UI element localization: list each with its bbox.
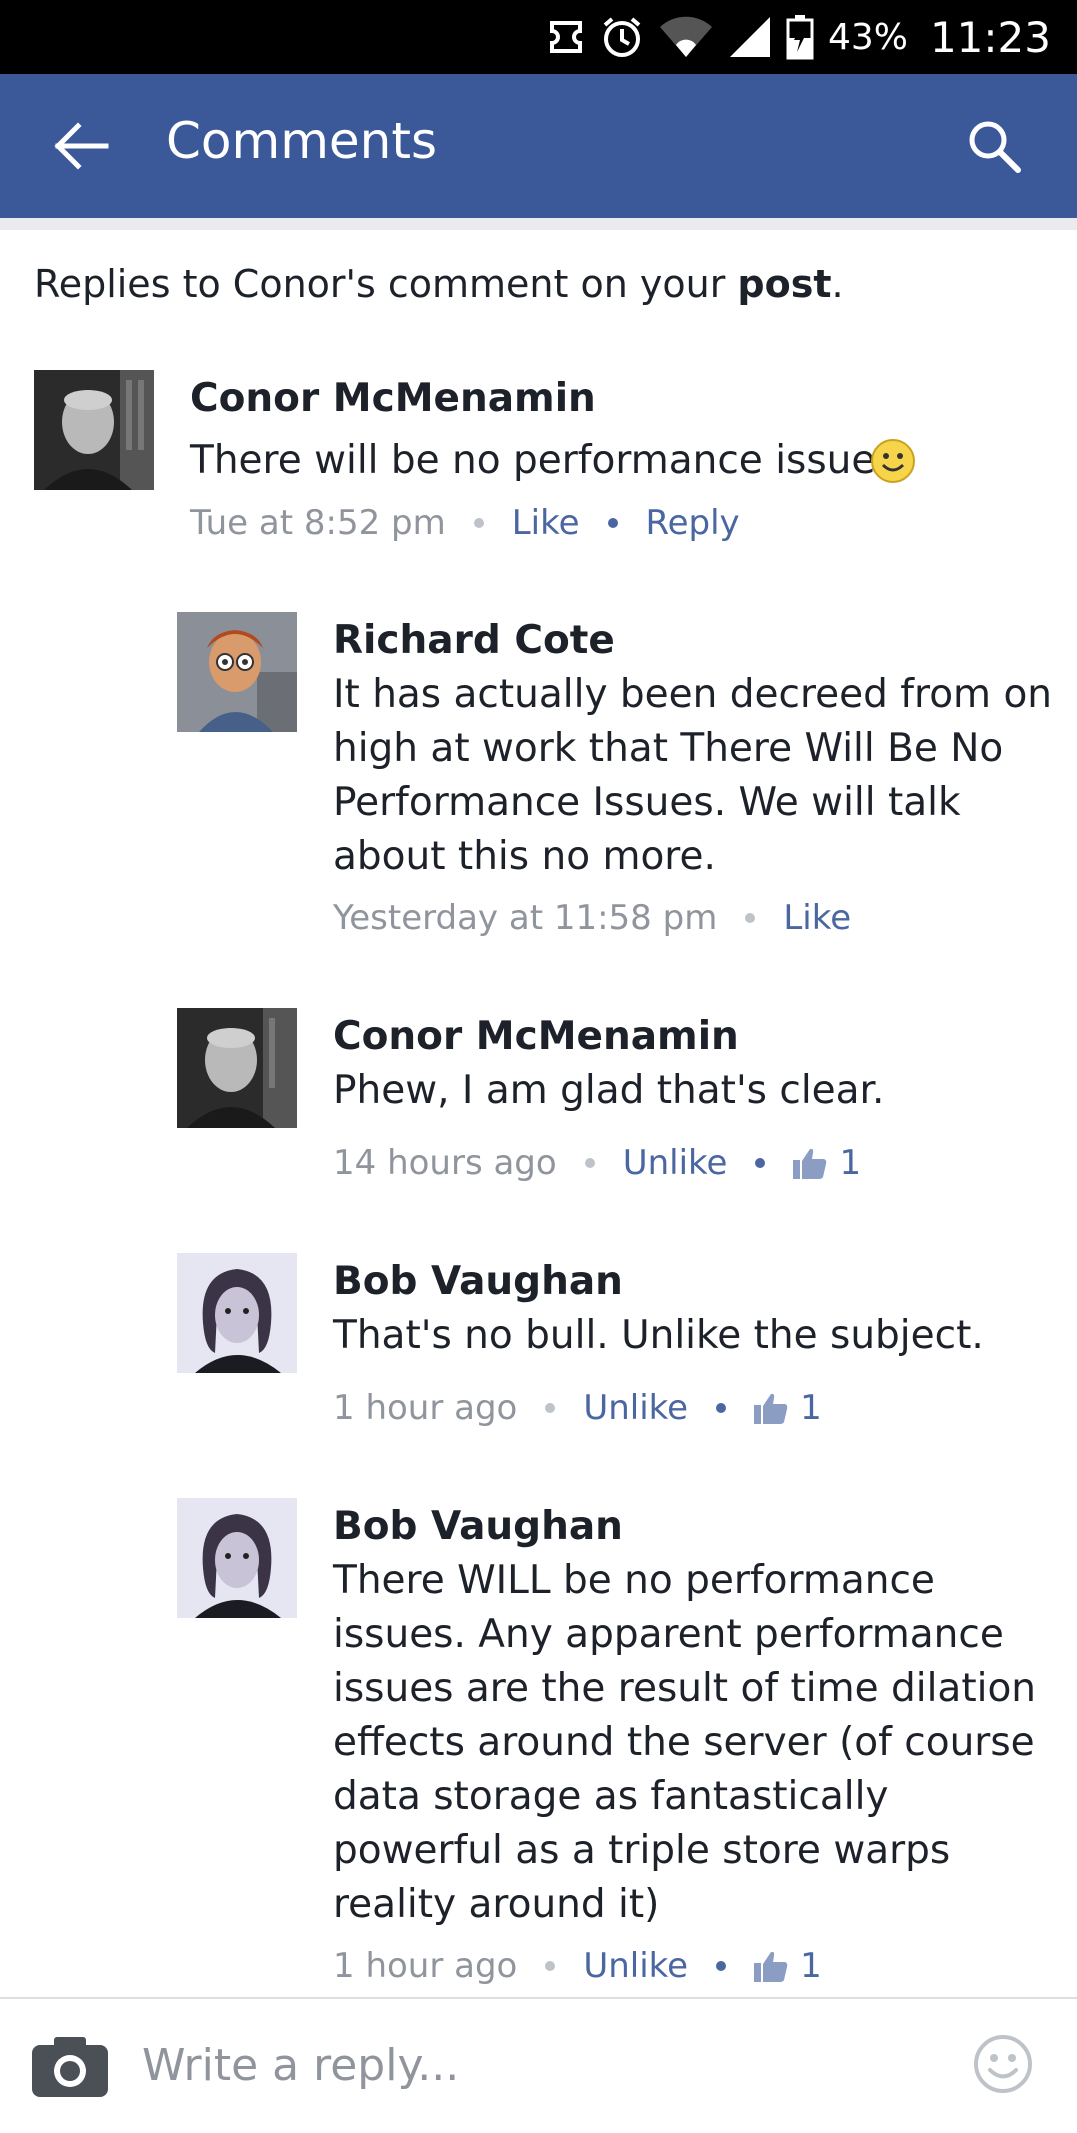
avatar[interactable] bbox=[177, 1253, 297, 1373]
thumbs-up-icon bbox=[793, 1148, 827, 1179]
comment-text: There WILL be no performance issues. Any… bbox=[333, 1558, 1037, 1927]
avatar[interactable] bbox=[177, 612, 297, 732]
comment-time: Yesterday at 11:58 pm bbox=[333, 898, 718, 938]
emoji-button[interactable] bbox=[972, 2033, 1034, 2099]
separator-dot bbox=[545, 1961, 556, 1971]
post-link[interactable]: post bbox=[737, 262, 831, 306]
comment-meta: 1 hour ago Unlike 1 bbox=[333, 1388, 822, 1428]
separator-dot bbox=[473, 518, 484, 528]
avatar[interactable] bbox=[177, 1008, 297, 1128]
comment-time: 1 hour ago bbox=[333, 1946, 518, 1986]
avatar[interactable] bbox=[34, 370, 154, 490]
camera-button[interactable] bbox=[32, 2035, 108, 2101]
comment-text: That's no bull. Unlike the subject. bbox=[333, 1313, 984, 1358]
comment-time: 1 hour ago bbox=[333, 1388, 518, 1428]
like-count[interactable]: 1 bbox=[793, 1143, 861, 1183]
unlike-button[interactable]: Unlike bbox=[623, 1143, 728, 1183]
app-bar-divider bbox=[0, 218, 1077, 230]
comment-meta: 14 hours ago Unlike 1 bbox=[333, 1143, 861, 1183]
separator-dot bbox=[716, 1403, 727, 1413]
reply-button[interactable]: Reply bbox=[646, 503, 740, 543]
comment-time: 14 hours ago bbox=[333, 1143, 557, 1183]
app-bar: Comments bbox=[0, 74, 1077, 218]
unlike-button[interactable]: Unlike bbox=[583, 1388, 688, 1428]
screen: 43% 11:23 Comments Replies to Conor's co… bbox=[0, 0, 1077, 2133]
search-icon bbox=[969, 121, 1021, 173]
comment-meta: 1 hour ago Unlike 1 bbox=[333, 1946, 822, 1986]
signal-icon bbox=[728, 15, 772, 59]
comment-text: It has actually been decreed from on hig… bbox=[333, 672, 1053, 879]
avatar[interactable] bbox=[177, 1498, 297, 1618]
separator-dot bbox=[716, 1961, 727, 1971]
search-button[interactable] bbox=[962, 114, 1026, 178]
separator-dot bbox=[745, 913, 756, 923]
header-suffix: . bbox=[831, 262, 844, 306]
emoji-icon bbox=[974, 2035, 1032, 2093]
page-title: Comments bbox=[166, 112, 438, 170]
status-bar: 43% 11:23 bbox=[0, 0, 1077, 74]
header-prefix: Replies to Conor's comment on your bbox=[34, 262, 738, 306]
back-arrow-icon bbox=[54, 122, 109, 170]
battery-percent: 43% bbox=[827, 16, 908, 58]
like-button[interactable]: Like bbox=[512, 503, 580, 543]
like-count-value: 1 bbox=[800, 1946, 822, 1986]
thumbs-up-icon bbox=[754, 1393, 788, 1424]
battery-charging-icon bbox=[786, 14, 814, 60]
reply-bar bbox=[0, 1997, 1077, 2133]
like-count-value: 1 bbox=[800, 1388, 822, 1428]
like-count[interactable]: 1 bbox=[754, 1946, 822, 1986]
comment-time: Tue at 8:52 pm bbox=[190, 503, 446, 543]
comment-text: Phew, I am glad that's clear. bbox=[333, 1068, 885, 1113]
comment-meta: Tue at 8:52 pm Like Reply bbox=[190, 503, 740, 543]
comment-author[interactable]: Richard Cote bbox=[333, 618, 615, 663]
like-count-value: 1 bbox=[839, 1143, 862, 1183]
like-button[interactable]: Like bbox=[783, 898, 851, 938]
comment-author[interactable]: Conor McMenamin bbox=[190, 376, 596, 421]
separator-dot bbox=[607, 518, 618, 528]
wifi-icon bbox=[658, 15, 714, 59]
replies-header: Replies to Conor's comment on your post. bbox=[34, 262, 844, 306]
separator-dot bbox=[584, 1158, 595, 1168]
comment-author[interactable]: Bob Vaughan bbox=[333, 1504, 623, 1549]
comment-meta: Yesterday at 11:58 pm Like bbox=[333, 898, 851, 938]
like-count[interactable]: 1 bbox=[754, 1388, 822, 1428]
camera-icon bbox=[32, 2037, 108, 2097]
separator-dot bbox=[755, 1158, 766, 1168]
nfc-icon bbox=[546, 17, 586, 57]
thumbs-up-icon bbox=[754, 1951, 788, 1982]
status-clock: 11:23 bbox=[929, 12, 1051, 62]
comment-text: There will be no performance issues bbox=[190, 434, 896, 488]
separator-dot bbox=[545, 1403, 556, 1413]
back-button[interactable] bbox=[50, 118, 114, 174]
alarm-icon bbox=[600, 15, 644, 59]
unlike-button[interactable]: Unlike bbox=[583, 1946, 688, 1986]
comment-author[interactable]: Conor McMenamin bbox=[333, 1014, 739, 1059]
comment-author[interactable]: Bob Vaughan bbox=[333, 1259, 623, 1304]
comment-body: There will be no performance issues bbox=[190, 438, 896, 483]
smiley-emoji-icon bbox=[870, 438, 916, 488]
reply-input[interactable] bbox=[140, 2029, 924, 2101]
